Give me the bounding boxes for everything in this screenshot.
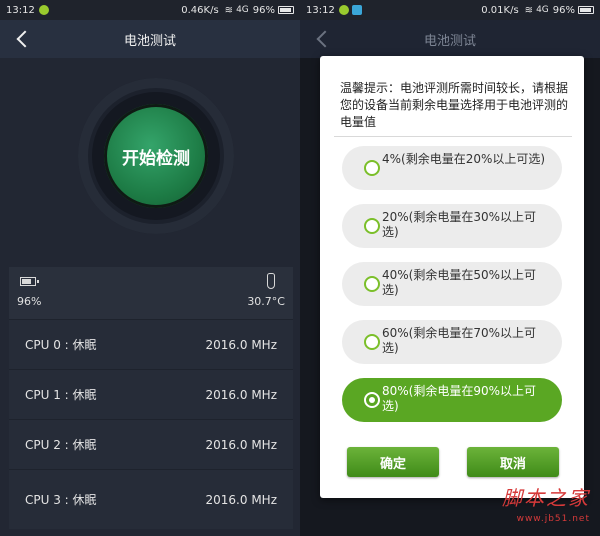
dialog-message: 温馨提示：电池评测所需时间较长，请根据您的设备当前剩余电量选择用于电池评测的电量…	[340, 81, 569, 129]
network-type: 4G	[236, 5, 249, 15]
title-bar: 电池测试	[300, 20, 600, 58]
option-label: 80%(剩余电量在90%以上可选)	[382, 384, 537, 413]
cancel-button[interactable]: 取消	[467, 447, 559, 477]
cpu-name: CPU 3 : 休眠	[25, 493, 97, 507]
status-battery-percent: 96%	[552, 4, 575, 16]
network-type: 4G	[536, 5, 549, 15]
network-speed: 0.46K/s	[181, 4, 219, 16]
watermark-logo: 脚本之家	[502, 486, 590, 510]
radio-icon[interactable]	[364, 334, 380, 350]
option-80-percent[interactable]: 80%(剩余电量在90%以上可选)	[342, 378, 562, 422]
wifi-icon: ≋	[524, 4, 534, 16]
battery-info-panel: 96% 30.7°C	[9, 267, 293, 319]
cpu-frequency: 2016.0 MHz	[205, 437, 277, 452]
status-bar: 13:12 0.46K/s ≋ 4G 96%	[0, 0, 300, 20]
option-20-percent[interactable]: 20%(剩余电量在30%以上可选)	[342, 204, 562, 248]
option-40-percent[interactable]: 40%(剩余电量在50%以上可选)	[342, 262, 562, 306]
status-battery-percent: 96%	[252, 4, 275, 16]
cpu-name: CPU 2 : 休眠	[25, 438, 97, 452]
list-item: CPU 0 : 休眠 2016.0 MHz	[9, 319, 293, 369]
battery-test-screen: 13:12 0.46K/s ≋ 4G 96% 电池测试 开始检测 96% 30.…	[0, 0, 300, 536]
list-item: CPU 3 : 休眠 2016.0 MHz	[9, 469, 293, 529]
status-battery-icon	[278, 6, 294, 14]
cpu-frequency: 2016.0 MHz	[205, 492, 277, 507]
confirm-button[interactable]: 确定	[347, 447, 439, 477]
cpu-name: CPU 1 : 休眠	[25, 388, 97, 402]
cpu-list: CPU 0 : 休眠 2016.0 MHz CPU 1 : 休眠 2016.0 …	[9, 319, 293, 529]
radio-icon[interactable]	[364, 160, 380, 176]
battery-icon	[20, 277, 39, 286]
status-time: 13:12	[306, 4, 335, 16]
status-bar: 13:12 0.01K/s ≋ 4G 96%	[300, 0, 600, 20]
network-speed: 0.01K/s	[481, 4, 519, 16]
radio-icon[interactable]	[364, 218, 380, 234]
option-label: 4%(剩余电量在20%以上可选)	[382, 152, 546, 166]
status-time: 13:12	[6, 4, 35, 16]
battery-level-dialog: 温馨提示：电池评测所需时间较长，请根据您的设备当前剩余电量选择用于电池评测的电量…	[320, 56, 584, 498]
cpu-frequency: 2016.0 MHz	[205, 387, 277, 402]
cpu-name: CPU 0 : 休眠	[25, 338, 97, 352]
battery-test-dialog-screen: 13:12 0.01K/s ≋ 4G 96% 电池测试 温馨提示：电池评测所需时…	[300, 0, 600, 536]
divider	[334, 136, 572, 137]
watermark-url: www.jb51.net	[516, 514, 590, 524]
start-test-button[interactable]: 开始检测	[104, 104, 208, 208]
radio-selected-icon[interactable]	[364, 392, 380, 408]
notification-icon	[351, 5, 362, 15]
status-battery-icon	[578, 6, 594, 14]
back-arrow-icon[interactable]	[12, 28, 34, 50]
app-notification-icon	[338, 5, 349, 15]
wifi-icon: ≋	[224, 4, 234, 16]
option-label: 60%(剩余电量在70%以上可选)	[382, 326, 537, 355]
option-label: 20%(剩余电量在30%以上可选)	[382, 210, 537, 239]
option-4-percent[interactable]: 4%(剩余电量在20%以上可选)	[342, 146, 562, 190]
battery-percent: 96%	[17, 295, 42, 308]
page-title: 电池测试	[123, 33, 176, 49]
back-arrow-icon	[312, 28, 334, 50]
radio-icon[interactable]	[364, 276, 380, 292]
thermometer-icon	[267, 273, 275, 289]
list-item: CPU 1 : 休眠 2016.0 MHz	[9, 369, 293, 419]
battery-temperature: 30.7°C	[247, 295, 285, 308]
title-bar: 电池测试	[0, 20, 300, 58]
list-item: CPU 2 : 休眠 2016.0 MHz	[9, 419, 293, 469]
page-title: 电池测试	[423, 33, 476, 49]
app-notification-icon	[38, 5, 49, 15]
start-button-ring: 开始检测	[78, 78, 234, 234]
option-label: 40%(剩余电量在50%以上可选)	[382, 268, 537, 297]
cpu-frequency: 2016.0 MHz	[205, 337, 277, 352]
option-60-percent[interactable]: 60%(剩余电量在70%以上可选)	[342, 320, 562, 364]
